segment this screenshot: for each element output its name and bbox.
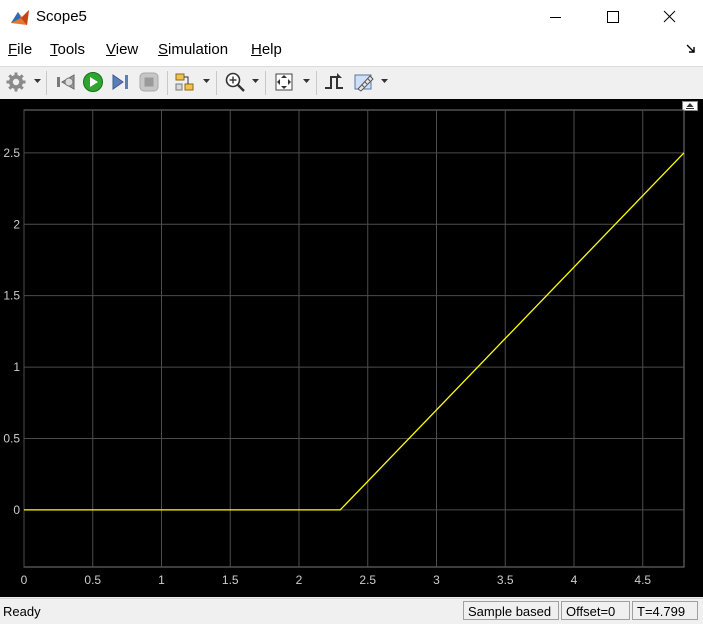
scope-display[interactable]: 0 0.5 1 1.5 2 2.5 3 3.5 4 4.5 0 0.5 1 1.5 2 2.5	[0, 99, 703, 597]
plot-area	[23, 109, 685, 568]
time-offset-indicator: Offset=0	[561, 601, 630, 620]
run-icon[interactable]	[82, 71, 104, 93]
toolbar-separator	[265, 71, 266, 95]
toolbar-separator	[46, 71, 47, 95]
chevron-down-icon[interactable]	[381, 79, 388, 84]
y-tick-label: 0	[13, 503, 20, 517]
x-tick-label: 3	[433, 573, 440, 587]
x-tick-label: 4	[571, 573, 578, 587]
y-tick-label: 2.5	[3, 146, 20, 160]
chevron-down-icon[interactable]	[252, 79, 259, 84]
x-tick-label: 4.5	[634, 573, 651, 587]
x-tick-label: 0.5	[84, 573, 101, 587]
x-tick-label: 0	[21, 573, 28, 587]
chevron-down-icon[interactable]	[303, 79, 310, 84]
scope-axes[interactable]: 0 0.5 1 1.5 2 2.5 3 3.5 4 4.5 0 0.5 1 1.5 2 2.5	[0, 99, 703, 597]
minimize-button[interactable]	[528, 0, 584, 35]
stop-icon[interactable]	[138, 71, 160, 93]
triggers-icon[interactable]	[323, 71, 345, 93]
x-tick-label: 3.5	[497, 573, 514, 587]
menu-view[interactable]: View	[106, 41, 138, 58]
measurements-icon[interactable]	[353, 71, 375, 93]
menu-file[interactable]: File	[8, 41, 32, 58]
sample-mode-indicator: Sample based	[463, 601, 559, 620]
y-tick-label: 1	[13, 360, 20, 374]
chevron-down-icon[interactable]	[203, 79, 210, 84]
matlab-scope-icon	[11, 10, 29, 25]
y-tick-label: 1.5	[3, 289, 20, 303]
close-button[interactable]	[642, 0, 698, 35]
simulation-time-indicator: T=4.799	[632, 601, 698, 620]
y-tick-label: 2	[13, 217, 20, 231]
chevron-down-icon[interactable]	[34, 79, 41, 84]
step-forward-icon[interactable]	[110, 71, 132, 93]
toolbar-separator	[216, 71, 217, 95]
status-bar: Ready Sample based Offset=0 T=4.799	[0, 598, 703, 624]
toolbar	[0, 66, 703, 99]
minimize-icon	[550, 17, 561, 18]
x-tick-label: 2	[296, 573, 303, 587]
status-ready: Ready	[3, 604, 41, 619]
menu-bar: File Tools View Simulation Help	[0, 35, 703, 66]
close-icon	[663, 10, 676, 23]
settings-icon[interactable]	[5, 71, 27, 93]
undock-arrow-icon[interactable]	[685, 43, 697, 55]
x-tick-label: 1.5	[222, 573, 239, 587]
x-tick-label: 1	[158, 573, 165, 587]
menu-simulation[interactable]: Simulation	[158, 41, 228, 58]
maximize-button[interactable]	[585, 0, 641, 35]
highlight-block-icon[interactable]	[174, 71, 196, 93]
step-back-icon[interactable]	[54, 71, 76, 93]
toolbar-separator	[167, 71, 168, 95]
title-bar: Scope5	[0, 0, 703, 35]
zoom-in-icon[interactable]	[224, 71, 246, 93]
y-tick-label: 0.5	[3, 431, 20, 445]
toolbar-separator	[316, 71, 317, 95]
maximize-icon	[607, 11, 619, 23]
window-title: Scope5	[36, 8, 87, 25]
menu-help[interactable]: Help	[251, 41, 282, 58]
menu-tools[interactable]: Tools	[50, 41, 85, 58]
x-tick-label: 2.5	[359, 573, 376, 587]
fit-axes-icon[interactable]	[273, 71, 295, 93]
